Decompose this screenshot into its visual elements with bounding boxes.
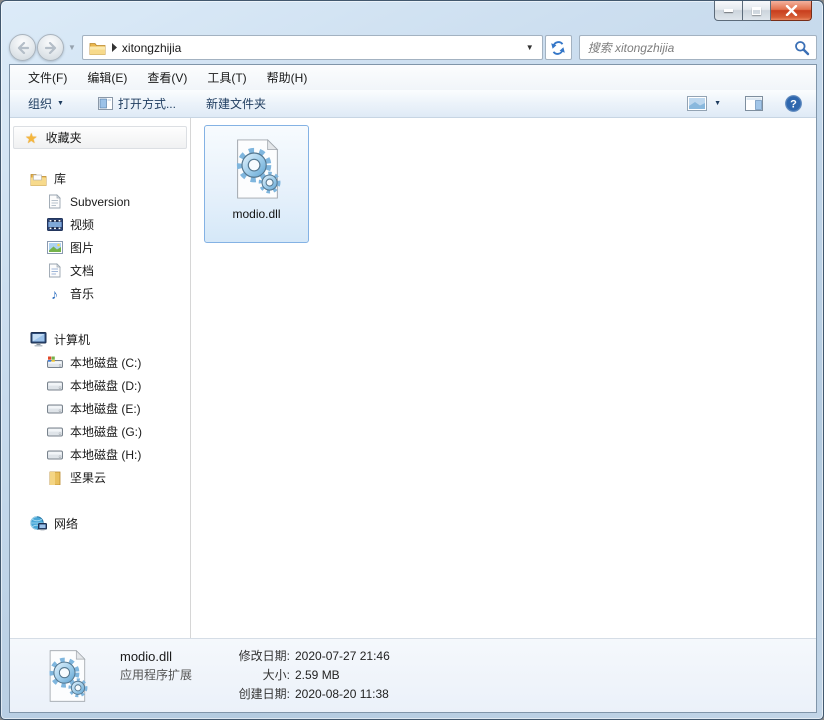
address-bar[interactable]: xitongzhijia ▼ (81, 35, 543, 60)
sidebar-item-music[interactable]: ♪ 音乐 (10, 282, 190, 305)
music-icon: ♪ (51, 285, 58, 302)
sidebar-item-drive-h[interactable]: 本地磁盘 (H:) (10, 443, 190, 466)
back-button[interactable] (9, 34, 36, 61)
sidebar-item-drive-d[interactable]: 本地磁盘 (D:) (10, 374, 190, 397)
folder-icon (46, 470, 63, 486)
new-folder-button[interactable]: 新建文件夹 (198, 92, 274, 115)
explorer-body: 文件(F) 编辑(E) 查看(V) 工具(T) 帮助(H) 组织 ▼ 打开方式.… (9, 64, 817, 713)
close-icon (785, 5, 797, 16)
dll-file-icon-large (49, 649, 88, 702)
computer-icon (30, 332, 47, 348)
pictures-icon (46, 240, 63, 256)
library-document-icon (46, 194, 63, 210)
favorites-header[interactable]: ★ 收藏夹 (13, 126, 187, 149)
back-arrow-icon (17, 41, 29, 54)
minimize-button[interactable] (714, 1, 743, 21)
sidebar-item-network[interactable]: 网络 (10, 512, 190, 535)
menu-edit[interactable]: 编辑(E) (77, 65, 137, 90)
sidebar-item-computer[interactable]: 计算机 (10, 328, 190, 351)
menu-tools[interactable]: 工具(T) (197, 65, 256, 90)
dll-file-icon (236, 139, 280, 199)
network-icon (30, 516, 47, 532)
sidebar-item-subversion[interactable]: Subversion (10, 190, 190, 213)
file-item-modio-dll[interactable]: modio.dll (204, 125, 309, 243)
folder-icon (89, 42, 106, 55)
favorites-star-icon: ★ (25, 129, 38, 146)
change-view-button[interactable]: ▼ (683, 93, 725, 114)
search-box (578, 35, 818, 60)
details-pane: modio.dll 应用程序扩展 修改日期: 2020-07-27 21:46 … (10, 638, 816, 712)
folder-tree: 库 Subversion 视频 图片 文档 ♪ 音乐 计算机 本地磁盘 (C:)… (10, 167, 190, 535)
tree-section-gap (10, 305, 190, 328)
sidebar-item-drive-e[interactable]: 本地磁盘 (E:) (10, 397, 190, 420)
details-modified-row: 修改日期: 2020-07-27 21:46 (238, 649, 390, 663)
navigation-bar: ▼ xitongzhijia ▼ (9, 31, 818, 64)
minimize-icon (724, 9, 733, 12)
menu-view[interactable]: 查看(V) (137, 65, 197, 90)
sidebar-item-nutstore[interactable]: 坚果云 (10, 466, 190, 489)
details-file-name: modio.dll (120, 649, 173, 664)
refresh-button[interactable] (544, 35, 572, 60)
content-area: ★ 收藏夹 库 Subversion 视频 图片 文档 ♪ 音乐 计算机 本地磁… (10, 118, 816, 638)
file-list-area[interactable]: modio.dll (191, 118, 816, 638)
views-dropdown-icon: ▼ (714, 100, 721, 107)
documents-icon (46, 263, 63, 279)
svg-text:?: ? (790, 98, 797, 110)
menu-bar: 文件(F) 编辑(E) 查看(V) 工具(T) 帮助(H) (10, 65, 816, 90)
drive-icon (46, 424, 63, 440)
menu-file[interactable]: 文件(F) (18, 65, 77, 90)
drive-icon (46, 447, 63, 463)
navigation-pane: ★ 收藏夹 库 Subversion 视频 图片 文档 ♪ 音乐 计算机 本地磁… (10, 118, 191, 638)
preview-pane-button[interactable] (741, 93, 767, 114)
sidebar-item-pictures[interactable]: 图片 (10, 236, 190, 259)
close-button[interactable] (771, 1, 812, 21)
refresh-icon (551, 40, 565, 55)
details-created-row: 创建日期: 2020-08-20 11:38 (238, 687, 389, 701)
forward-button[interactable] (37, 34, 64, 61)
open-with-icon (97, 97, 113, 110)
views-icon (687, 96, 708, 111)
explorer-window: ▼ xitongzhijia ▼ 搜索 xitongzhijia 文件(F) 编… (0, 0, 824, 720)
videos-icon (46, 217, 63, 233)
sidebar-item-libraries[interactable]: 库 (10, 167, 190, 190)
recent-pages-chevron-icon[interactable]: ▼ (68, 43, 76, 52)
sidebar-item-drive-g[interactable]: 本地磁盘 (G:) (10, 420, 190, 443)
system-drive-icon (46, 355, 63, 371)
sidebar-item-videos[interactable]: 视频 (10, 213, 190, 236)
preview-pane-icon (745, 96, 763, 111)
details-file-type: 应用程序扩展 (120, 668, 193, 682)
file-name-label: modio.dll (232, 207, 281, 221)
maximize-button[interactable] (743, 1, 771, 21)
organize-dropdown-icon: ▼ (57, 100, 64, 107)
command-toolbar: 组织 ▼ 打开方式... 新建文件夹 ▼ ? (10, 90, 816, 118)
libraries-icon (30, 171, 47, 187)
toolbar-right-group: ▼ ? (683, 92, 804, 115)
maximize-icon (752, 6, 761, 15)
forward-arrow-icon (44, 41, 56, 54)
details-size-row: 大小: 2.59 MB (262, 668, 340, 682)
search-icon[interactable] (794, 40, 810, 56)
address-dropdown-icon[interactable]: ▼ (526, 43, 536, 52)
organize-button[interactable]: 组织 ▼ (20, 92, 72, 115)
sidebar-item-documents[interactable]: 文档 (10, 259, 190, 282)
drive-icon (46, 378, 63, 394)
tree-section-gap (10, 489, 190, 512)
help-icon: ? (785, 95, 802, 112)
open-with-button[interactable]: 打开方式... (90, 92, 184, 115)
window-controls (714, 1, 812, 21)
search-input[interactable] (587, 40, 795, 55)
details-text: modio.dll 应用程序扩展 修改日期: 2020-07-27 21:46 … (120, 647, 390, 704)
help-button[interactable]: ? (783, 92, 804, 115)
breadcrumb[interactable]: xitongzhijia (122, 41, 181, 55)
breadcrumb-arrow-icon (111, 43, 117, 52)
menu-help[interactable]: 帮助(H) (257, 65, 318, 90)
sidebar-item-drive-c[interactable]: 本地磁盘 (C:) (10, 351, 190, 374)
drive-icon (46, 401, 63, 417)
